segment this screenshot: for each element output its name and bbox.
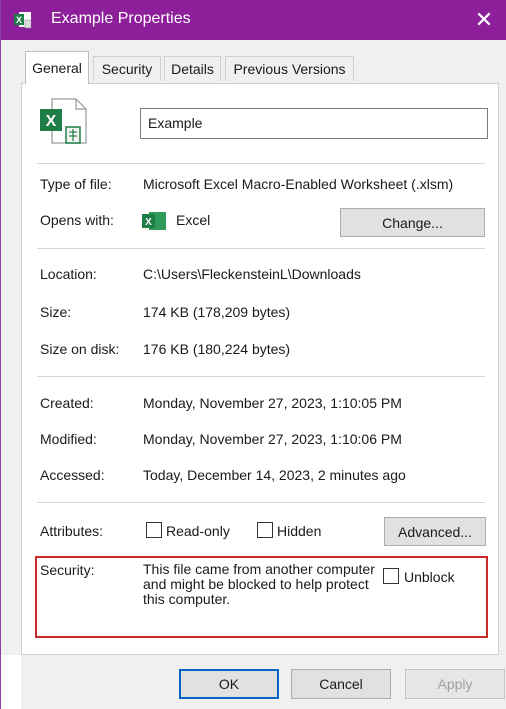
location-label: Location:	[40, 266, 97, 282]
footer-edge	[1, 655, 21, 709]
cancel-button[interactable]: Cancel	[291, 669, 391, 699]
size-on-disk-label: Size on disk:	[40, 341, 120, 357]
divider	[37, 163, 485, 164]
location-value: C:\Users\FleckensteinL\Downloads	[143, 266, 361, 282]
size-on-disk-value: 176 KB (180,224 bytes)	[143, 341, 291, 357]
tab-details-label: Details	[171, 61, 214, 77]
created-value: Monday, November 27, 2023, 1:10:05 PM	[143, 395, 402, 411]
opens-with-value: Excel	[176, 212, 211, 228]
attributes-label: Attributes:	[40, 523, 104, 539]
close-icon: ✕	[474, 7, 494, 32]
svg-text:X: X	[145, 217, 152, 228]
svg-text:X: X	[16, 15, 22, 25]
tab-security-label: Security	[101, 61, 153, 77]
tab-general[interactable]: General	[25, 51, 89, 84]
modified-value: Monday, November 27, 2023, 1:10:06 PM	[143, 431, 402, 447]
tab-general-label: General	[32, 60, 82, 76]
window-title: Example Properties	[51, 10, 191, 27]
tab-previous-versions-label: Previous Versions	[233, 61, 346, 77]
apply-button-label: Apply	[437, 676, 473, 692]
file-name-input[interactable]: Example	[140, 108, 488, 139]
divider	[37, 502, 485, 503]
size-value: 174 KB (178,209 bytes)	[143, 304, 291, 320]
ok-button[interactable]: OK	[179, 669, 279, 699]
created-label: Created:	[40, 395, 94, 411]
ok-button-label: OK	[218, 676, 240, 692]
readonly-label[interactable]: Read-only	[166, 523, 230, 539]
tab-strip: General Security Details Previous Versio…	[1, 40, 506, 84]
modified-label: Modified:	[40, 431, 97, 447]
properties-dialog: X Example Properties ✕ General Security …	[0, 0, 506, 709]
excel-app-icon: X	[142, 212, 166, 230]
title-bar: X Example Properties ✕	[1, 0, 506, 40]
type-label: Type of file:	[40, 176, 112, 192]
file-name-value: Example	[148, 115, 203, 131]
hidden-label[interactable]: Hidden	[277, 523, 321, 539]
hidden-checkbox[interactable]	[257, 522, 273, 538]
close-button[interactable]: ✕	[461, 0, 506, 40]
cancel-button-label: Cancel	[319, 676, 363, 692]
type-value: Microsoft Excel Macro-Enabled Worksheet …	[143, 176, 454, 192]
tab-security[interactable]: Security	[93, 56, 161, 81]
readonly-checkbox[interactable]	[146, 522, 162, 538]
size-label: Size:	[40, 304, 72, 320]
opens-with-label: Opens with:	[40, 212, 114, 228]
divider	[37, 376, 485, 377]
change-button-label: Change...	[382, 214, 443, 231]
accessed-label: Accessed:	[40, 467, 105, 483]
unblock-checkbox[interactable]	[383, 568, 399, 584]
svg-text:X: X	[46, 113, 57, 130]
unblock-label[interactable]: Unblock	[404, 569, 455, 585]
accessed-value: Today, December 14, 2023, 2 minutes ago	[143, 467, 406, 483]
advanced-button[interactable]: Advanced...	[384, 517, 486, 546]
tab-details[interactable]: Details	[164, 56, 221, 81]
excel-file-icon: X	[14, 12, 32, 29]
divider	[37, 248, 485, 249]
change-button[interactable]: Change...	[340, 208, 485, 237]
apply-button[interactable]: Apply	[405, 669, 505, 699]
security-label: Security:	[40, 562, 95, 578]
security-warning-text: This file came from another computer and…	[143, 561, 375, 607]
advanced-button-label: Advanced...	[398, 523, 472, 540]
tab-previous-versions[interactable]: Previous Versions	[225, 56, 354, 81]
excel-macro-file-icon: X	[40, 98, 87, 144]
